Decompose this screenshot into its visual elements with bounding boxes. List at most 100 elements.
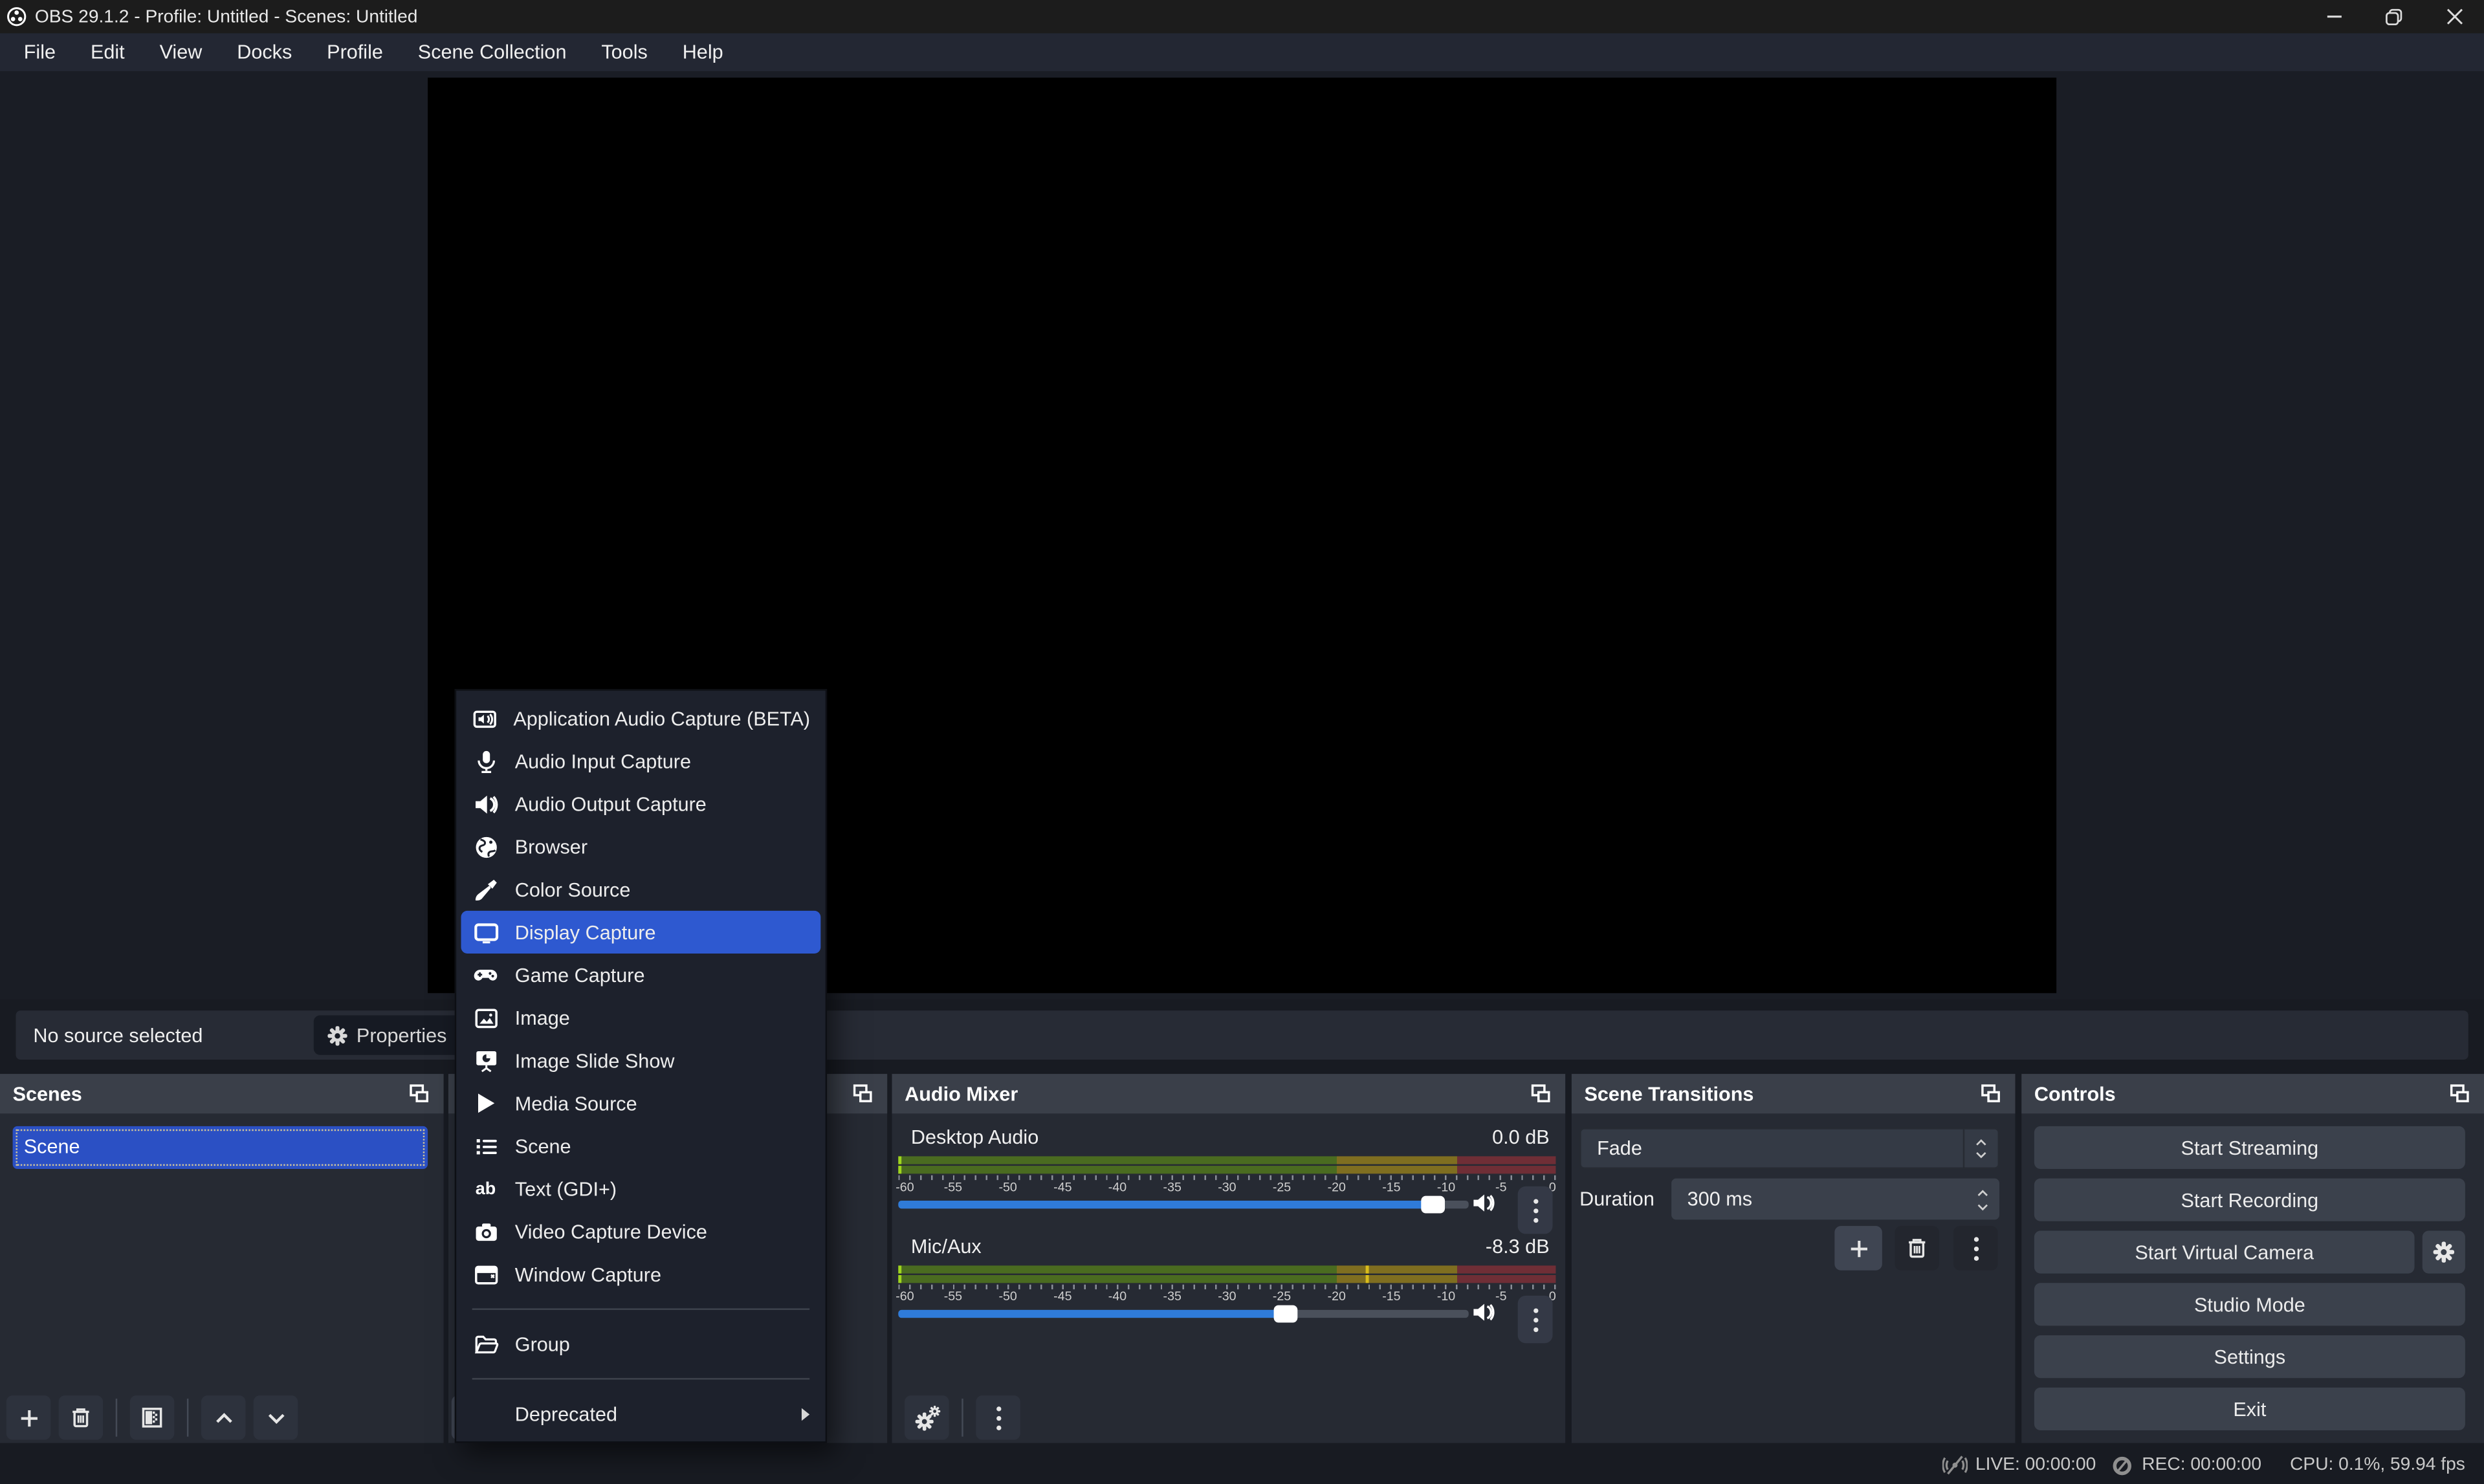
popout-icon[interactable] bbox=[407, 1082, 431, 1106]
small-gear-icon bbox=[928, 1404, 941, 1417]
menu-item-label: Game Capture bbox=[515, 964, 645, 986]
menu-item-audio-output-capture[interactable]: Audio Output Capture bbox=[456, 783, 826, 825]
menu-item-audio-input-capture[interactable]: Audio Input Capture bbox=[456, 739, 826, 782]
speaker-icon bbox=[472, 791, 500, 816]
menu-item-label: Image Slide Show bbox=[515, 1049, 675, 1071]
volume-slider[interactable] bbox=[898, 1201, 1468, 1208]
settings-button[interactable]: Settings bbox=[2034, 1335, 2465, 1378]
move-scene-down-button[interactable] bbox=[254, 1395, 298, 1440]
toolbar-separator bbox=[962, 1399, 963, 1437]
menu-item-text-gdi[interactable]: ab Text (GDI+) bbox=[456, 1168, 826, 1210]
audio-mixer-header: Audio Mixer bbox=[892, 1074, 1566, 1113]
scene-transitions-panel: Scene Transitions Fade Duration 300 ms bbox=[1572, 1074, 2016, 1443]
mixer-options-button[interactable] bbox=[976, 1395, 1020, 1440]
menu-item-application-audio-capture[interactable]: Application Audio Capture (BETA) bbox=[456, 697, 826, 739]
scenes-toolbar bbox=[6, 1395, 298, 1440]
meter-tick-marks bbox=[898, 1175, 1555, 1180]
camera-icon bbox=[472, 1219, 500, 1244]
duration-label: Duration bbox=[1579, 1179, 1654, 1220]
menu-item-label: Audio Output Capture bbox=[515, 792, 707, 814]
rec-time: REC: 00:00:00 bbox=[2142, 1456, 2261, 1474]
menu-docks[interactable]: Docks bbox=[219, 33, 309, 71]
monitor-icon bbox=[472, 919, 500, 944]
menu-item-label: Video Capture Device bbox=[515, 1221, 707, 1243]
menu-item-image-slide-show[interactable]: Image Slide Show bbox=[456, 1039, 826, 1082]
close-button[interactable] bbox=[2424, 0, 2484, 33]
transition-select[interactable]: Fade bbox=[1579, 1128, 1999, 1169]
volume-meter bbox=[898, 1265, 1555, 1283]
menu-item-label: Application Audio Capture (BETA) bbox=[513, 707, 810, 729]
speaker-mute-icon[interactable] bbox=[1472, 1300, 1496, 1324]
volume-slider[interactable] bbox=[898, 1310, 1468, 1318]
status-bar: LIVE: 00:00:00 REC: 00:00:00 CPU: 0.1%, … bbox=[0, 1446, 2484, 1484]
submenu-arrow-icon bbox=[802, 1407, 809, 1420]
exit-button[interactable]: Exit bbox=[2034, 1388, 2465, 1430]
title-bar: OBS 29.1.2 - Profile: Untitled - Scenes:… bbox=[0, 0, 2484, 33]
menu-item-group[interactable]: Group bbox=[456, 1322, 826, 1365]
slider-handle[interactable] bbox=[1422, 1196, 1445, 1214]
popout-icon[interactable] bbox=[1529, 1082, 1553, 1106]
menu-item-color-source[interactable]: Color Source bbox=[456, 868, 826, 911]
restore-button[interactable] bbox=[2364, 0, 2424, 33]
channel-name: Mic/Aux bbox=[911, 1236, 982, 1258]
gear-icon bbox=[326, 1024, 348, 1046]
menu-item-game-capture[interactable]: Game Capture bbox=[456, 954, 826, 996]
properties-button[interactable]: Properties bbox=[314, 1015, 463, 1054]
channel-options-button[interactable] bbox=[1518, 1296, 1553, 1343]
kebab-icon bbox=[1533, 1307, 1537, 1331]
menu-item-display-capture[interactable]: Display Capture bbox=[461, 911, 821, 954]
add-source-menu: Application Audio Capture (BETA) Audio I… bbox=[455, 689, 827, 1443]
menu-scene-collection[interactable]: Scene Collection bbox=[401, 33, 584, 71]
scene-list-item[interactable]: Scene bbox=[13, 1126, 428, 1169]
menu-profile[interactable]: Profile bbox=[309, 33, 401, 71]
trash-icon bbox=[68, 1405, 93, 1430]
studio-mode-button[interactable]: Studio Mode bbox=[2034, 1283, 2465, 1326]
menu-item-media-source[interactable]: Media Source bbox=[456, 1082, 826, 1124]
slider-handle[interactable] bbox=[1273, 1305, 1297, 1323]
minimize-button[interactable] bbox=[2303, 0, 2364, 33]
spinbox-arrows[interactable] bbox=[1975, 1187, 1990, 1211]
toolbar-separator bbox=[187, 1399, 188, 1437]
audio-mixer-title: Audio Mixer bbox=[905, 1083, 1018, 1105]
remove-scene-button[interactable] bbox=[59, 1395, 104, 1440]
properties-button-label: Properties bbox=[357, 1024, 447, 1046]
menu-item-label: Image bbox=[515, 1007, 570, 1029]
scenes-panel-header: Scenes bbox=[0, 1074, 444, 1113]
menu-help[interactable]: Help bbox=[665, 33, 741, 71]
add-transition-button[interactable] bbox=[1834, 1226, 1882, 1271]
menu-item-scene[interactable]: Scene bbox=[456, 1124, 826, 1167]
menu-item-label: Color Source bbox=[515, 878, 631, 900]
select-arrows[interactable] bbox=[1963, 1129, 1998, 1168]
brush-icon bbox=[472, 877, 500, 902]
kebab-icon bbox=[996, 1406, 1000, 1430]
menu-separator bbox=[472, 1308, 810, 1309]
add-scene-button[interactable] bbox=[6, 1395, 51, 1440]
menu-item-browser[interactable]: Browser bbox=[456, 825, 826, 868]
menu-view[interactable]: View bbox=[142, 33, 220, 71]
start-streaming-button[interactable]: Start Streaming bbox=[2034, 1126, 2465, 1169]
menu-item-deprecated[interactable]: Deprecated bbox=[456, 1392, 826, 1435]
scene-filters-button[interactable] bbox=[130, 1395, 175, 1440]
remove-transition-button[interactable] bbox=[1895, 1226, 1939, 1271]
speaker-mute-icon[interactable] bbox=[1472, 1191, 1496, 1215]
popout-icon[interactable] bbox=[851, 1082, 875, 1106]
duration-spinbox[interactable]: 300 ms bbox=[1671, 1179, 1999, 1220]
no-source-selected-label: No source selected bbox=[33, 1024, 203, 1046]
start-virtual-camera-button[interactable]: Start Virtual Camera bbox=[2034, 1230, 2415, 1273]
menu-item-video-capture-device[interactable]: Video Capture Device bbox=[456, 1210, 826, 1253]
move-scene-up-button[interactable] bbox=[201, 1395, 246, 1440]
start-recording-button[interactable]: Start Recording bbox=[2034, 1179, 2465, 1221]
mixer-channel-desktop-audio: Desktop Audio 0.0 dB -60 -55 -50 -45 -40… bbox=[892, 1117, 1566, 1226]
advanced-audio-properties-button[interactable] bbox=[905, 1395, 949, 1440]
virtual-camera-config-button[interactable] bbox=[2423, 1230, 2465, 1273]
menu-tools[interactable]: Tools bbox=[584, 33, 665, 71]
transition-options-button[interactable] bbox=[1953, 1226, 1998, 1271]
menu-item-window-capture[interactable]: Window Capture bbox=[456, 1253, 826, 1296]
menu-edit[interactable]: Edit bbox=[73, 33, 142, 71]
popout-icon[interactable] bbox=[2448, 1082, 2472, 1106]
menu-item-label: Window Capture bbox=[515, 1263, 661, 1285]
menu-item-image[interactable]: Image bbox=[456, 996, 826, 1039]
broadcast-off-icon bbox=[1942, 1452, 1968, 1478]
menu-file[interactable]: File bbox=[6, 33, 73, 71]
popout-icon[interactable] bbox=[1979, 1082, 2003, 1106]
